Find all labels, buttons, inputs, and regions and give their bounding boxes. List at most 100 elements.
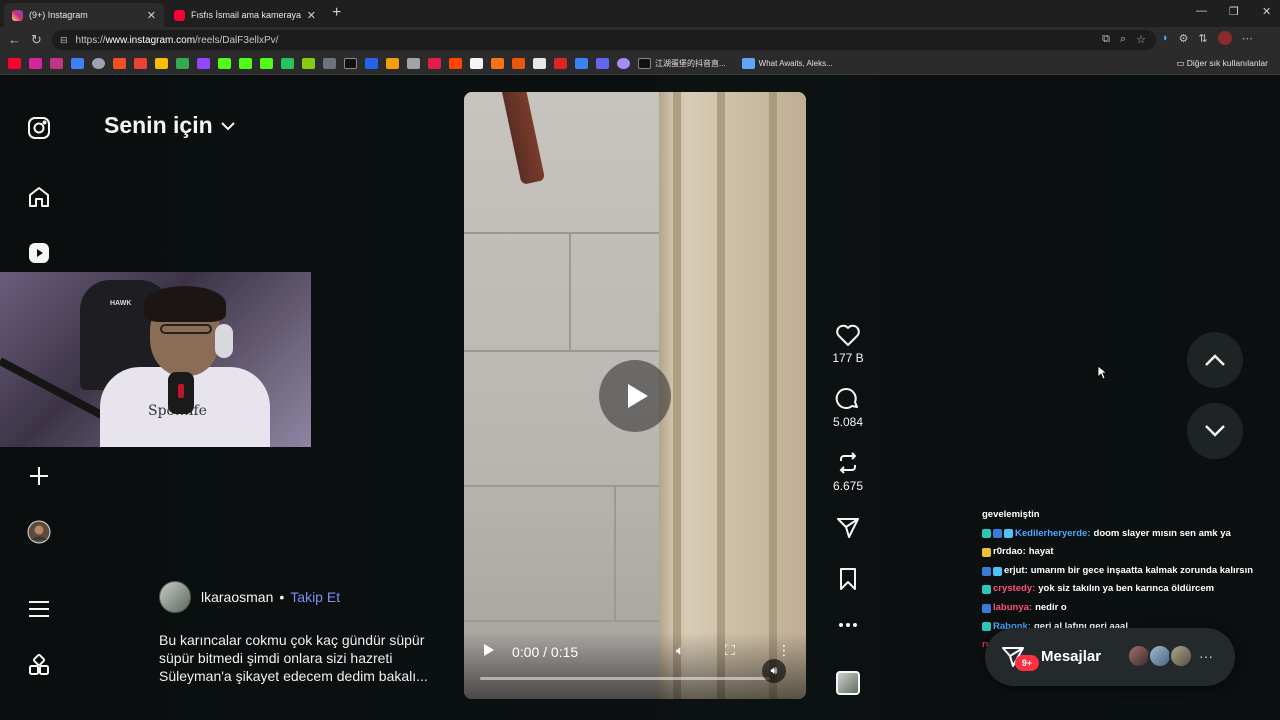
bookmark-label: What Awaits, Aleks...: [758, 59, 833, 68]
bookmark-douyin[interactable]: 江湖蛋堡的抖音直...: [638, 58, 726, 69]
bookmark-app-icon[interactable]: [386, 58, 399, 69]
bookmark-windows-icon[interactable]: [113, 58, 126, 69]
bookmark-drive-icon[interactable]: [155, 58, 168, 69]
mute-toggle-icon[interactable]: 🔊︎: [762, 659, 786, 683]
profile-avatar-icon[interactable]: [1217, 31, 1232, 45]
app-available-icon[interactable]: ⧉: [1102, 33, 1110, 46]
feed-selector[interactable]: Senin için: [104, 112, 235, 139]
mouse-cursor-icon: [1097, 365, 1107, 380]
address-bar[interactable]: ⊟ https://www.instagram.com/reels/DalF3e…: [52, 30, 1156, 50]
bookmark-twitch-icon[interactable]: [197, 58, 210, 69]
home-icon[interactable]: [26, 184, 51, 209]
tab-youtube[interactable]: Fısfıs İsmail ama kameraya gereksi ✕: [166, 3, 324, 27]
mic-light: [178, 384, 184, 398]
tab-instagram[interactable]: (9+) Instagram ✕: [4, 3, 164, 27]
bookmark-youtube-icon[interactable]: [8, 58, 21, 69]
zoom-icon[interactable]: ⌕: [1120, 33, 1126, 46]
heart-icon: [836, 324, 860, 346]
messages-pill[interactable]: 9+ Mesajlar ···: [985, 628, 1235, 686]
microphone: [168, 372, 194, 414]
also-from-meta-icon[interactable]: [26, 652, 51, 677]
previous-reel-button[interactable]: [1187, 332, 1243, 388]
bookmark-article[interactable]: What Awaits, Aleks...: [741, 58, 833, 69]
volume-icon[interactable]: 🔈︎: [676, 642, 684, 659]
like-action[interactable]: 177 B: [828, 323, 868, 365]
play-button-overlay[interactable]: [599, 360, 671, 432]
comment-icon: [835, 388, 858, 409]
chat-message: Kedilerheryerde: doom slayer mısın sen am…: [982, 525, 1272, 544]
bookmark-app-icon[interactable]: [365, 58, 378, 69]
create-icon[interactable]: [26, 463, 51, 488]
streamer-hair: [144, 286, 226, 322]
close-tab-icon[interactable]: ✕: [147, 9, 156, 22]
save-action[interactable]: [828, 567, 868, 591]
close-tab-icon[interactable]: ✕: [307, 9, 316, 22]
fullscreen-icon[interactable]: ⛶: [725, 642, 735, 659]
bookmark-anchor-icon[interactable]: [323, 58, 336, 69]
play-control-icon[interactable]: [484, 644, 494, 656]
bookmark-maps-icon[interactable]: [176, 58, 189, 69]
comment-action[interactable]: 5.084: [828, 387, 868, 429]
extension-icon[interactable]: ◗: [1162, 32, 1169, 44]
bookmark-instagram-icon[interactable]: [50, 58, 63, 69]
reload-icon[interactable]: ↻: [31, 32, 42, 48]
share-action[interactable]: [828, 516, 868, 540]
tab-title: (9+) Instagram: [29, 10, 88, 20]
collections-icon[interactable]: ⇅: [1199, 32, 1208, 45]
bookmark-kick-icon[interactable]: [260, 58, 273, 69]
bookmark-reddit-icon[interactable]: [449, 58, 462, 69]
new-tab-button[interactable]: +: [332, 4, 341, 22]
bookmark-game-icon[interactable]: [281, 58, 294, 69]
reel-video[interactable]: 0:00 / 0:15 🔈︎ ⛶ ⋮: [464, 92, 806, 699]
repost-icon: [839, 452, 857, 474]
messages-label: Mesajlar: [1041, 648, 1102, 665]
chat-username: labunya:: [993, 601, 1033, 613]
messages-avatars: [1127, 644, 1193, 668]
bookmark-finder-icon[interactable]: [71, 58, 84, 69]
follow-button[interactable]: Takip Et: [290, 589, 340, 605]
caption-line: Süleyman'a şikayet edecem dedim bakalı..…: [159, 668, 428, 684]
bookmark-app-icon[interactable]: [575, 58, 588, 69]
bookmark-app-icon[interactable]: [407, 58, 420, 69]
reel-caption[interactable]: Bu karıncalar cokmu çok kaç gündür süpür…: [159, 631, 429, 685]
close-window-button[interactable]: ✕: [1262, 5, 1271, 18]
next-reel-button[interactable]: [1187, 403, 1243, 459]
browser-menu-icon[interactable]: ⋯: [1242, 32, 1253, 45]
extensions-icon[interactable]: ⚙: [1179, 32, 1189, 45]
author-name[interactable]: lkaraosman: [201, 589, 273, 605]
bookmark-patreon-icon[interactable]: [470, 58, 483, 69]
chat-message: gevelemiştin: [982, 506, 1272, 525]
back-icon[interactable]: ←: [8, 32, 21, 47]
instagram-logo-icon[interactable]: [26, 115, 51, 140]
bookmark-app-icon[interactable]: [617, 58, 630, 69]
profile-avatar[interactable]: [26, 519, 51, 544]
bookmark-app-icon[interactable]: [533, 58, 546, 69]
bookmark-globe-icon[interactable]: [92, 58, 105, 69]
bookmark-app-icon[interactable]: [596, 58, 609, 69]
bookmark-kick-icon[interactable]: [239, 58, 252, 69]
restore-button[interactable]: ❐: [1229, 5, 1239, 18]
minimize-button[interactable]: —: [1196, 5, 1207, 17]
bookmark-app-icon[interactable]: [428, 58, 441, 69]
other-bookmarks-folder[interactable]: ▭ Diğer sık kullanılanlar: [1176, 58, 1268, 69]
favorite-star-icon[interactable]: ☆: [1136, 33, 1146, 46]
url-path: /reels/DalF3ellxPv/: [195, 34, 279, 46]
headset: [215, 324, 233, 358]
bookmark-app-icon[interactable]: [491, 58, 504, 69]
reels-icon[interactable]: [26, 240, 51, 265]
bookmark-kick-icon[interactable]: [218, 58, 231, 69]
bookmark-gmail-icon[interactable]: [134, 58, 147, 69]
more-action[interactable]: [828, 622, 868, 628]
repost-action[interactable]: 6.675: [828, 451, 868, 493]
site-info-icon[interactable]: ⊟: [60, 35, 68, 46]
bookmark-instagram-icon[interactable]: [29, 58, 42, 69]
bookmark-app-icon[interactable]: [554, 58, 567, 69]
menu-icon[interactable]: [26, 596, 51, 621]
author-avatar[interactable]: [159, 581, 191, 613]
audio-thumbnail[interactable]: [836, 671, 860, 695]
bookmark-app-icon[interactable]: [512, 58, 525, 69]
video-progress-bar[interactable]: [480, 677, 770, 680]
bookmark-x-icon[interactable]: [344, 58, 357, 69]
bookmark-game-icon[interactable]: [302, 58, 315, 69]
more-options-icon[interactable]: ⋮: [777, 642, 791, 659]
